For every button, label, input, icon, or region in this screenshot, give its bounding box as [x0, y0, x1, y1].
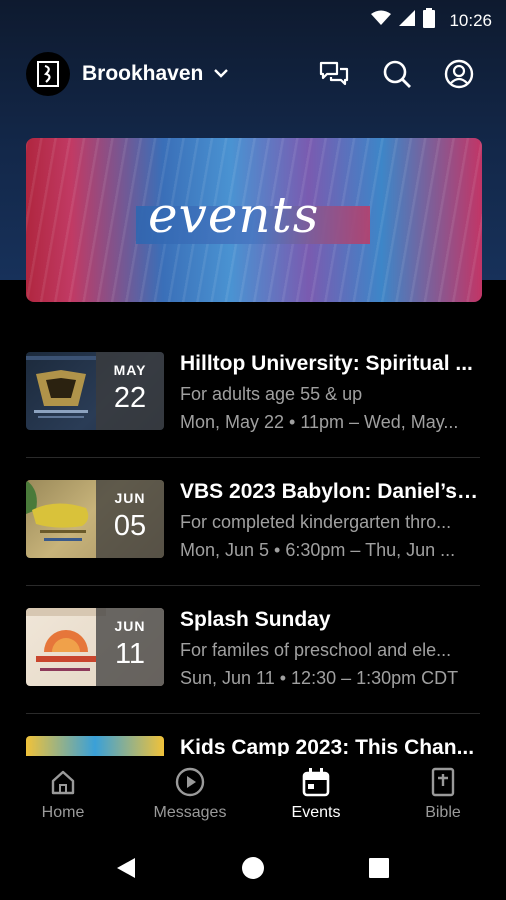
- bottom-navigation: Home Messages Events Bible: [0, 756, 506, 836]
- event-day: 11: [114, 638, 146, 670]
- app-header: Brookhaven: [0, 50, 506, 98]
- search-icon[interactable]: [381, 58, 413, 90]
- nav-label: Bible: [425, 804, 461, 821]
- signal-icon: [399, 10, 416, 31]
- nav-bible[interactable]: Bible: [380, 764, 506, 828]
- banner-title: events: [148, 186, 320, 244]
- nav-label: Events: [291, 804, 341, 821]
- home-icon: [0, 764, 126, 800]
- event-subtitle: For adults age 55 & up: [180, 384, 363, 404]
- event-date: Mon, May 22 • 11pm – Wed, May...: [180, 412, 459, 432]
- status-bar: 10:26: [0, 0, 506, 36]
- event-thumbnail: MAY 22: [26, 352, 164, 430]
- event-thumbnail: JUN 05: [26, 480, 164, 558]
- church-logo[interactable]: [26, 52, 70, 96]
- event-subtitle: For familes of preschool and ele...: [180, 640, 452, 660]
- event-row[interactable]: Kids Camp 2023: This Chan...: [0, 714, 506, 756]
- event-row[interactable]: MAY 22 Hilltop University: Spiritual ...…: [0, 330, 506, 458]
- event-row[interactable]: JUN 11 Splash Sunday For familes of pres…: [0, 586, 506, 714]
- nav-events[interactable]: Events: [253, 764, 379, 828]
- event-month: JUN: [114, 490, 146, 506]
- event-thumbnail: [26, 736, 164, 756]
- wifi-icon: [371, 10, 392, 31]
- events-banner: events: [26, 138, 482, 302]
- recents-icon[interactable]: [363, 852, 395, 884]
- home-button-icon[interactable]: [237, 852, 269, 884]
- battery-icon: [423, 8, 436, 33]
- event-list: MAY 22 Hilltop University: Spiritual ...…: [0, 330, 506, 756]
- event-day: 22: [113, 382, 147, 414]
- event-thumbnail: JUN 11: [26, 608, 164, 686]
- chevron-down-icon[interactable]: [212, 64, 230, 87]
- event-title: VBS 2023 Babylon: Daniel’s ...: [180, 480, 480, 503]
- nav-label: Home: [41, 804, 85, 821]
- event-title: Hilltop University: Spiritual ...: [180, 352, 473, 375]
- chat-icon[interactable]: [318, 58, 350, 90]
- system-navigation-bar: [0, 836, 506, 900]
- event-day: 05: [113, 510, 147, 542]
- nav-messages[interactable]: Messages: [127, 764, 253, 828]
- event-date: Sun, Jun 11 • 12:30 – 1:30pm CDT: [180, 668, 459, 688]
- nav-home[interactable]: Home: [0, 764, 126, 828]
- event-row[interactable]: JUN 05 VBS 2023 Babylon: Daniel’s ... Fo…: [0, 458, 506, 586]
- splash-sunday-art: [26, 608, 106, 671]
- nav-label: Messages: [153, 804, 227, 821]
- play-circle-icon: [127, 764, 253, 800]
- org-name[interactable]: Brookhaven: [82, 62, 203, 86]
- event-month: MAY: [113, 362, 147, 378]
- bible-icon: [380, 764, 506, 800]
- event-title: Kids Camp 2023: This Chan...: [180, 736, 475, 756]
- babylon-logo-art: [26, 480, 89, 541]
- hilltop-logo-art: [26, 356, 96, 418]
- status-time: 10:26: [449, 10, 492, 30]
- event-subtitle: For completed kindergarten thro...: [180, 512, 452, 532]
- calendar-icon: [253, 764, 379, 800]
- account-icon[interactable]: [443, 58, 475, 90]
- event-title: Splash Sunday: [180, 608, 331, 631]
- event-date: Mon, Jun 5 • 6:30pm – Thu, Jun ...: [180, 540, 456, 560]
- event-month: JUN: [114, 618, 146, 634]
- back-icon[interactable]: [110, 852, 142, 884]
